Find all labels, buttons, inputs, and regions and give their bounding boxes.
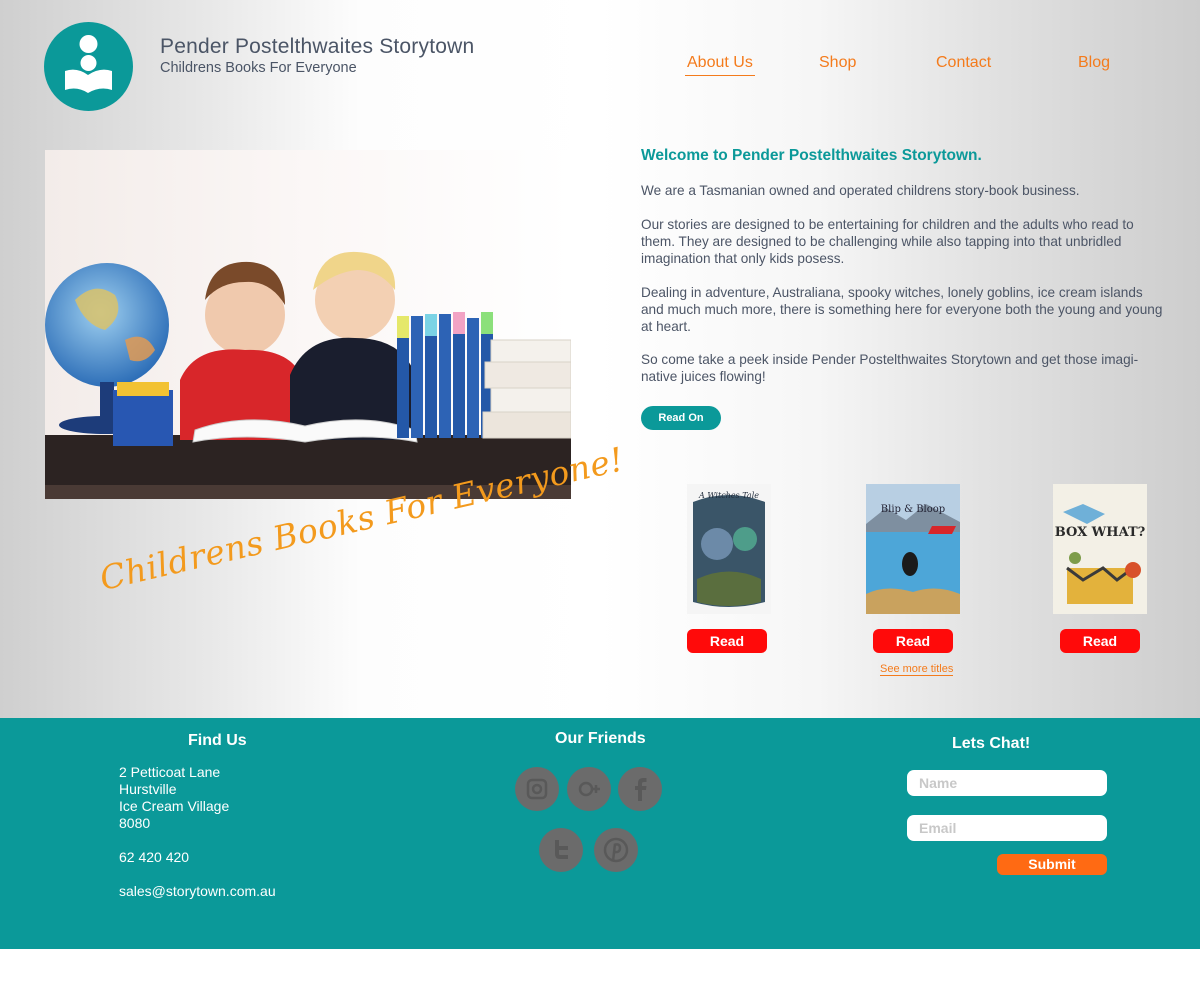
site-subtitle: Childrens Books For Everyone: [160, 60, 357, 76]
email-address[interactable]: sales@storytown.com.au: [119, 883, 276, 900]
address-line: Ice Cream Village: [119, 798, 230, 814]
google-plus-icon[interactable]: [567, 767, 611, 811]
name-field[interactable]: [907, 770, 1107, 796]
address-line: 8080: [119, 815, 151, 831]
site-title: Pender Postelthwaites Storytown: [160, 35, 475, 58]
email-field[interactable]: [907, 815, 1107, 841]
address-line: Hurstville: [119, 781, 177, 797]
svg-text:BOX WHAT?: BOX WHAT?: [1055, 525, 1146, 540]
instagram-icon[interactable]: [515, 767, 559, 811]
book-cover-witches-tale[interactable]: A Witches Tale: [687, 484, 771, 614]
logo[interactable]: [44, 22, 133, 111]
book-cover-blip-bloop[interactable]: Blip & Bloop: [866, 484, 960, 614]
see-more-titles-link[interactable]: See more titles: [880, 663, 954, 676]
reader-book-icon: [65, 35, 112, 93]
our-friends-heading: Our Friends: [555, 730, 646, 747]
intro-paragraph: So come take a peek inside Pender Postel…: [641, 352, 1139, 384]
lets-chat-heading: Lets Chat!: [952, 735, 1031, 752]
phone-number: 62 420 420: [119, 849, 190, 865]
twitter-icon[interactable]: [539, 828, 583, 872]
nav-about-us[interactable]: About Us: [685, 54, 755, 76]
nav-blog[interactable]: Blog: [1078, 54, 1110, 74]
hero-photo: [45, 150, 571, 499]
facebook-icon[interactable]: [618, 767, 662, 811]
read-button[interactable]: Read: [873, 629, 953, 653]
svg-text:A Witches Tale: A Witches Tale: [698, 491, 759, 500]
welcome-heading: Welcome to Pender Postelthwaites Storyto…: [641, 147, 982, 164]
submit-button[interactable]: Submit: [997, 854, 1107, 875]
nav-shop[interactable]: Shop: [819, 54, 856, 74]
book-cover-box-what[interactable]: BOX WHAT?: [1053, 484, 1147, 614]
read-on-button[interactable]: Read On: [641, 406, 721, 430]
svg-text:Blip & Bloop: Blip & Bloop: [881, 504, 945, 515]
nav-contact[interactable]: Contact: [936, 54, 991, 74]
read-button[interactable]: Read: [1060, 629, 1140, 653]
read-button[interactable]: Read: [687, 629, 767, 653]
intro-paragraph: Dealing in adventure, Australiana, spook…: [641, 285, 1163, 334]
find-us-heading: Find Us: [188, 732, 247, 749]
pinterest-icon[interactable]: [594, 828, 638, 872]
intro-paragraph: Our stories are designed to be entertain…: [641, 217, 1134, 266]
address-line: 2 Petticoat Lane: [119, 764, 221, 780]
intro-paragraph: We are a Tasmanian owned and operated ch…: [641, 183, 1080, 198]
